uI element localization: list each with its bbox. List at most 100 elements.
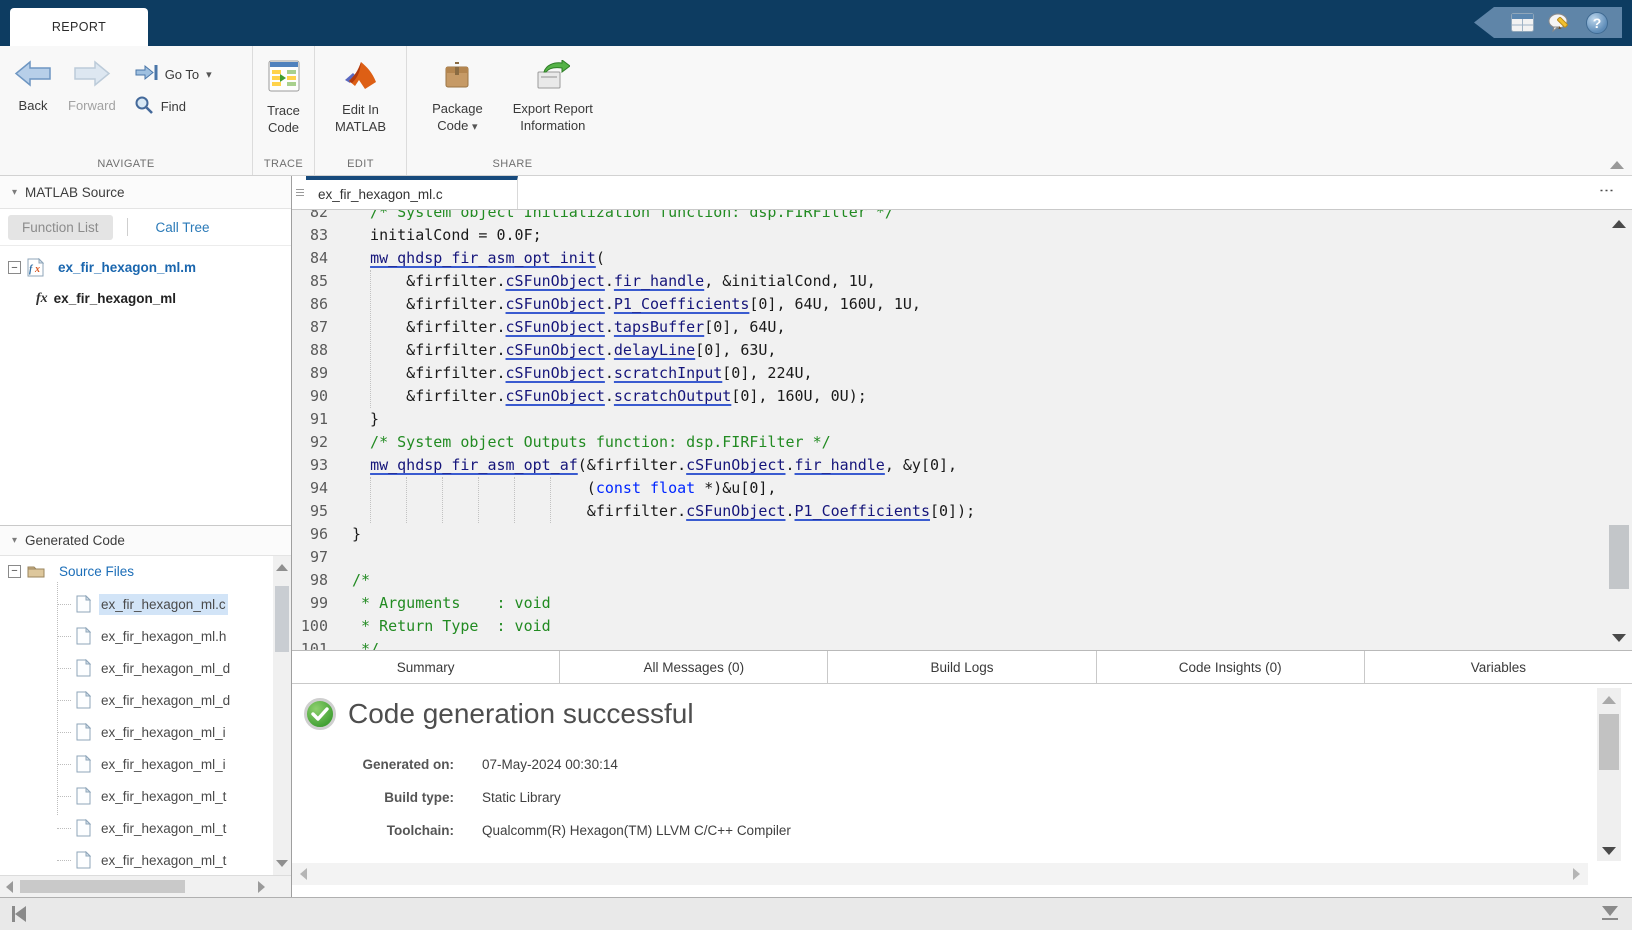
trace-link[interactable]: cSFunObject: [506, 341, 605, 359]
code-line: 85 &firfilter.cSFunObject.fir_handle, &i…: [292, 270, 1632, 293]
scrollbar-thumb[interactable]: [275, 586, 289, 652]
file-item[interactable]: ex_fir_hexagon_ml_t: [0, 844, 291, 875]
scrollbar-thumb[interactable]: [1609, 525, 1629, 589]
toolstrip-group-edit: Edit InMATLAB EDIT: [314, 46, 406, 175]
bottom-tab-variables[interactable]: Variables: [1364, 651, 1632, 683]
scroll-up-icon[interactable]: [1602, 696, 1616, 704]
summary-row: Build type:Static Library: [292, 781, 1632, 814]
tree-node-source-files[interactable]: − Source Files: [0, 556, 291, 586]
code-view[interactable]: 82 /* System object Initialization funct…: [292, 210, 1632, 650]
bottom-tab-all-messages[interactable]: All Messages (0): [559, 651, 827, 683]
find-button[interactable]: Find: [134, 90, 212, 122]
line-number: 97: [292, 546, 338, 569]
line-number: 83: [292, 224, 338, 247]
file-item[interactable]: ex_fir_hexagon_ml.c: [0, 588, 291, 620]
sidebar-horizontal-scrollbar[interactable]: [0, 875, 291, 897]
trace-link[interactable]: mw_qhdsp_fir_asm_opt_init: [370, 249, 596, 267]
trace-link[interactable]: cSFunObject: [506, 295, 605, 313]
trace-link[interactable]: scratchOutput: [614, 387, 731, 405]
scroll-down-icon[interactable]: [1602, 847, 1616, 855]
trace-link[interactable]: cSFunObject: [506, 318, 605, 336]
line-number: 85: [292, 270, 338, 293]
file-item[interactable]: ex_fir_hexagon_ml_d: [0, 684, 291, 716]
editor-tab-active[interactable]: ex_fir_hexagon_ml.c: [306, 176, 518, 209]
file-icon: [76, 755, 91, 773]
trace-link[interactable]: cSFunObject: [506, 387, 605, 405]
forward-button[interactable]: Forward: [60, 56, 124, 114]
trace-link[interactable]: P1_Coefficients: [614, 295, 749, 313]
tree-node-mfile[interactable]: − fx ex_fir_hexagon_ml.m: [0, 252, 291, 283]
matlab-source-title: MATLAB Source: [25, 185, 125, 200]
trace-link[interactable]: cSFunObject: [686, 502, 785, 520]
scroll-up-icon[interactable]: [1612, 220, 1626, 228]
matlab-source-header[interactable]: ▾ MATLAB Source: [0, 176, 291, 209]
trace-code-button[interactable]: TraceCode: [259, 56, 308, 136]
file-label: ex_fir_hexagon_ml_d: [99, 658, 232, 679]
collapse-box-icon[interactable]: −: [8, 565, 21, 578]
sidebar-vertical-scrollbar[interactable]: [273, 556, 291, 875]
scrollbar-thumb[interactable]: [1599, 714, 1619, 770]
tab-report[interactable]: REPORT: [10, 8, 148, 46]
forward-label: Forward: [68, 97, 116, 114]
collapse-box-icon[interactable]: −: [8, 261, 21, 274]
back-button[interactable]: Back: [6, 56, 60, 114]
summary-vertical-scrollbar[interactable]: [1597, 688, 1621, 861]
overflow-menu-icon[interactable]: ⋮: [1603, 183, 1610, 198]
indent-guide: [442, 477, 443, 523]
help-icon[interactable]: ?: [1586, 12, 1608, 34]
scroll-left-icon[interactable]: [6, 881, 13, 893]
generated-code-collapse-icon[interactable]: ▾: [12, 535, 17, 546]
bottom-tab-bar: SummaryAll Messages (0)Build LogsCode In…: [292, 650, 1632, 684]
trace-link[interactable]: mw_qhdsp_fir_asm_opt_af: [370, 456, 578, 474]
scroll-right-icon[interactable]: [258, 881, 265, 893]
summary-horizontal-scrollbar[interactable]: [292, 863, 1588, 885]
collapse-bottom-panel-icon[interactable]: [1602, 906, 1618, 920]
tree-node-function[interactable]: fx ex_fir_hexagon_ml: [0, 283, 291, 314]
code-line: 99 * Arguments : void: [292, 592, 1632, 615]
trace-link[interactable]: fir_handle: [795, 456, 885, 474]
scrollbar-thumb[interactable]: [20, 880, 185, 893]
tab-function-list[interactable]: Function List: [8, 215, 113, 240]
export-report-button[interactable]: Export ReportInformation: [505, 56, 601, 134]
scroll-left-icon[interactable]: [300, 868, 307, 880]
scroll-down-icon[interactable]: [1612, 634, 1626, 642]
edit-in-matlab-label-1: Edit In: [342, 102, 379, 117]
quick-access-plate: ?: [1474, 7, 1622, 38]
tree-connector: [57, 732, 71, 733]
splitter-handle-icon[interactable]: [292, 176, 306, 209]
file-item[interactable]: ex_fir_hexagon_ml.h: [0, 620, 291, 652]
goto-button[interactable]: Go To ▾: [134, 58, 212, 90]
layout-grid-icon[interactable]: [1510, 12, 1534, 34]
trace-link[interactable]: delayLine: [614, 341, 695, 359]
tab-call-tree[interactable]: Call Tree: [142, 215, 224, 240]
trace-link[interactable]: scratchInput: [614, 364, 722, 382]
summary-row: Toolchain:Qualcomm(R) Hexagon(TM) LLVM C…: [292, 814, 1632, 847]
bottom-tab-summary[interactable]: Summary: [292, 651, 559, 683]
feedback-icon[interactable]: [1548, 12, 1572, 34]
file-item[interactable]: ex_fir_hexagon_ml_t: [0, 780, 291, 812]
collapse-toolstrip-icon[interactable]: [1610, 161, 1624, 169]
scroll-down-icon[interactable]: [276, 860, 288, 867]
trace-link[interactable]: tapsBuffer: [614, 318, 704, 336]
trace-link[interactable]: cSFunObject: [686, 456, 785, 474]
file-item[interactable]: ex_fir_hexagon_ml_t: [0, 812, 291, 844]
trace-link[interactable]: cSFunObject: [506, 364, 605, 382]
bottom-tab-build-logs[interactable]: Build Logs: [827, 651, 1095, 683]
scroll-right-icon[interactable]: [1573, 868, 1580, 880]
bottom-tab-code-insights[interactable]: Code Insights (0): [1096, 651, 1364, 683]
success-check-icon: [304, 698, 336, 730]
code-vertical-scrollbar[interactable]: [1608, 210, 1630, 650]
toolstrip-group-share: PackageCode ▾ Export ReportInformation S…: [406, 46, 618, 175]
scroll-up-icon[interactable]: [276, 564, 288, 571]
trace-link[interactable]: cSFunObject: [506, 272, 605, 290]
generated-code-header[interactable]: ▾ Generated Code: [0, 525, 291, 556]
collapse-sidebar-icon[interactable]: [12, 906, 26, 922]
file-item[interactable]: ex_fir_hexagon_ml_d: [0, 652, 291, 684]
trace-link[interactable]: P1_Coefficients: [795, 502, 930, 520]
trace-link[interactable]: fir_handle: [614, 272, 704, 290]
file-item[interactable]: ex_fir_hexagon_ml_i: [0, 716, 291, 748]
file-item[interactable]: ex_fir_hexagon_ml_i: [0, 748, 291, 780]
matlab-source-collapse-icon[interactable]: ▾: [12, 187, 17, 198]
package-code-button[interactable]: PackageCode ▾: [424, 56, 491, 136]
edit-in-matlab-button[interactable]: Edit InMATLAB: [327, 56, 394, 135]
